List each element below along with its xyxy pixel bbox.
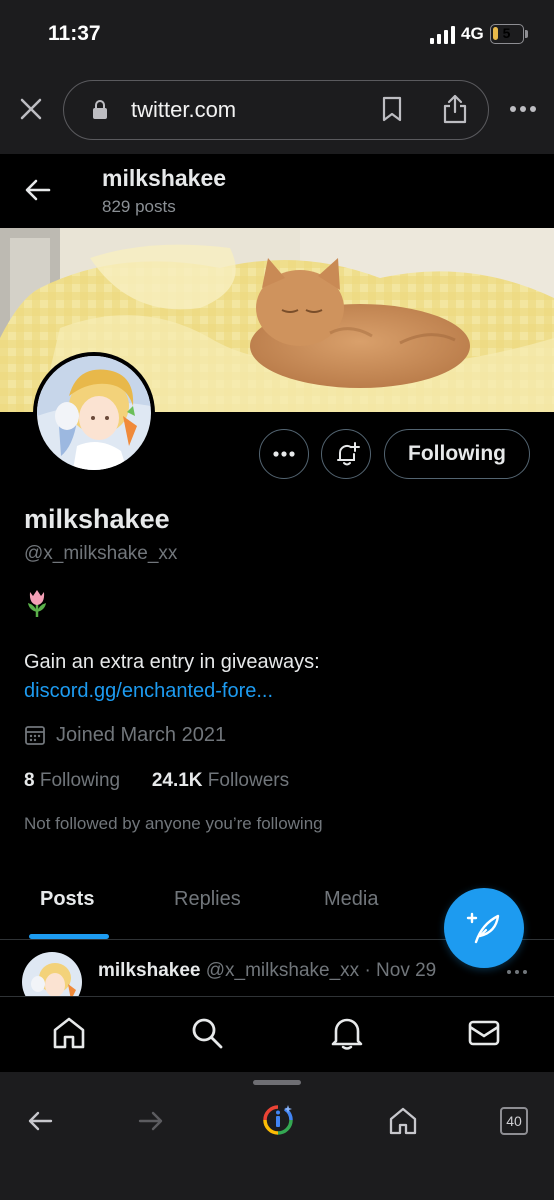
profile-link[interactable]: discord.gg/enchanted-fore... — [24, 680, 273, 703]
calendar-icon — [25, 726, 45, 745]
address-bar[interactable] — [63, 80, 489, 140]
tweet-author[interactable]: milkshakee — [98, 960, 200, 981]
notifications-icon[interactable] — [330, 1016, 364, 1050]
avatar-image — [37, 356, 151, 470]
tab-posts[interactable]: Posts — [40, 888, 94, 911]
browser-forward-icon[interactable] — [136, 1106, 166, 1136]
profile-avatar[interactable] — [33, 352, 155, 474]
google-assistant-icon[interactable] — [262, 1104, 294, 1136]
following-button[interactable]: Following — [384, 429, 530, 479]
compose-post-button[interactable] — [444, 888, 524, 968]
tab-media[interactable]: Media — [324, 888, 378, 911]
feather-plus-icon — [466, 912, 500, 944]
more-dots-icon — [273, 451, 295, 457]
signal-icon — [430, 26, 455, 44]
following-stat[interactable]: 8 Following — [24, 770, 120, 791]
back-arrow-icon[interactable] — [24, 176, 52, 204]
followers-label: Followers — [207, 770, 290, 791]
header-post-count: 829 posts — [102, 197, 176, 216]
search-icon[interactable] — [190, 1016, 224, 1050]
browser-home-icon[interactable] — [388, 1106, 418, 1136]
following-count: 8 — [24, 770, 35, 791]
follow-stats: 8 Following 24.1K Followers — [24, 770, 289, 792]
network-type: 4G — [461, 24, 484, 43]
url-text[interactable]: twitter.com — [131, 97, 236, 123]
home-icon[interactable] — [52, 1016, 86, 1050]
tab-switcher-button[interactable]: 40 — [500, 1107, 528, 1135]
sheet-handle[interactable] — [253, 1080, 301, 1085]
followers-count: 24.1K — [151, 770, 203, 791]
followers-stat[interactable]: 24.1K Followers — [152, 770, 289, 791]
tweet-date: · Nov 29 — [364, 960, 437, 981]
profile-bio: Gain an extra entry in giveaways: — [24, 651, 320, 673]
messages-icon[interactable] — [467, 1016, 501, 1050]
browser-back-icon[interactable] — [25, 1106, 55, 1136]
battery-level: 5 — [502, 25, 511, 41]
tab-replies[interactable]: Replies — [174, 888, 241, 911]
bookmark-icon[interactable] — [382, 96, 402, 122]
joined-date: Joined March 2021 — [56, 724, 227, 746]
profile-handle: @x_milkshake_xx — [24, 543, 178, 564]
tweet-handle: @x_milkshake_xx — [205, 960, 360, 981]
browser-bottom-bar — [0, 1072, 554, 1200]
not-followed-note: Not followed by anyone you’re following — [24, 814, 323, 833]
following-label: Following — [39, 770, 121, 791]
close-icon[interactable] — [16, 94, 46, 124]
more-options-icon[interactable] — [510, 104, 536, 114]
tweet-meta: milkshakee @x_milkshake_xx · Nov 29 — [98, 960, 436, 982]
notifications-subscribe-button[interactable] — [321, 429, 371, 479]
profile-name: milkshakee — [24, 504, 170, 534]
header-name: milkshakee — [102, 165, 227, 191]
tweet-more-icon[interactable] — [506, 968, 528, 976]
more-actions-button[interactable] — [259, 429, 309, 479]
tulip-icon — [28, 590, 46, 617]
share-icon[interactable] — [442, 94, 468, 124]
battery-icon: 5 — [490, 24, 524, 44]
battery-tip — [525, 30, 528, 38]
bell-plus-icon — [337, 442, 360, 466]
lock-icon — [93, 100, 107, 119]
status-time: 11:37 — [48, 22, 101, 45]
